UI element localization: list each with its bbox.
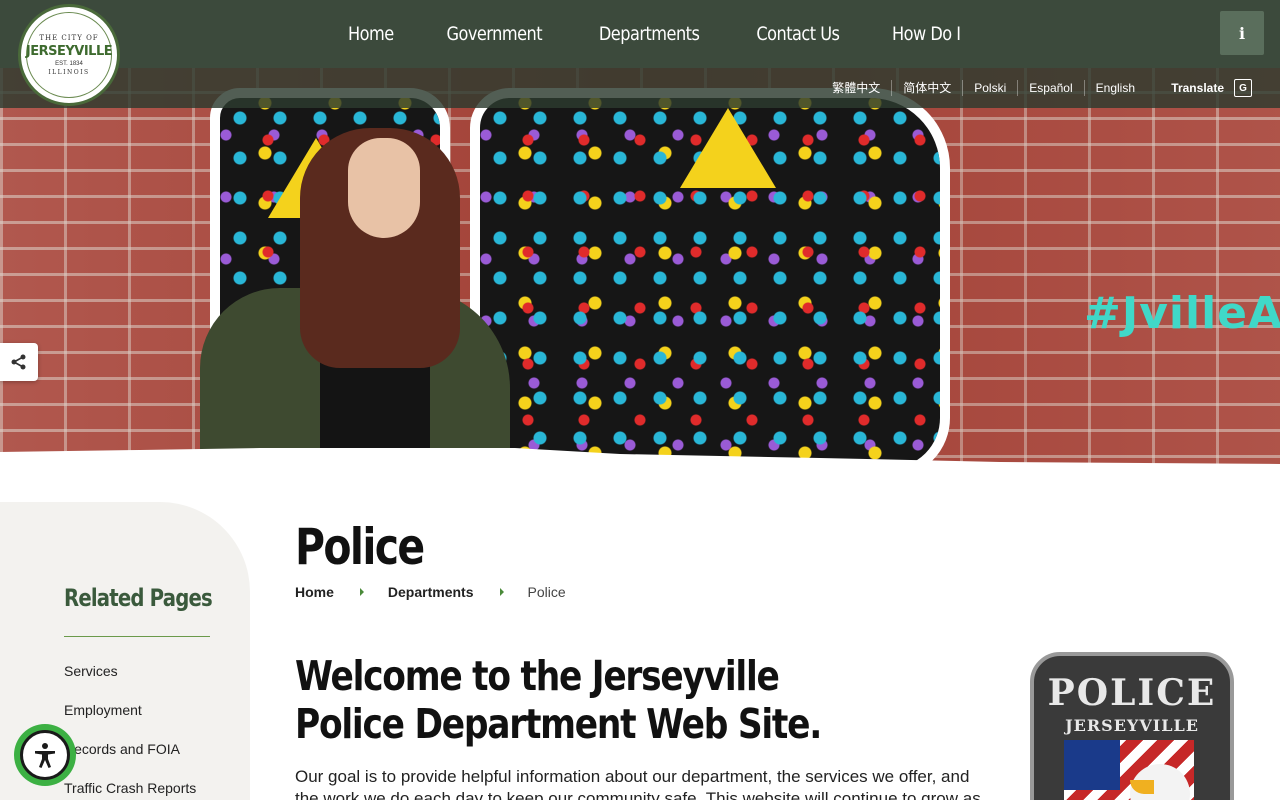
badge-right-text: 34 [1190, 796, 1218, 800]
hero-bottom-edge [0, 448, 1280, 488]
lang-simplified-chinese[interactable]: 简体中文 [891, 80, 962, 96]
accessibility-button[interactable] [14, 724, 76, 786]
nav-departments[interactable]: Departments [582, 23, 717, 45]
logo-city-name: JERSEYVILLE [25, 44, 113, 59]
subject-face [348, 138, 420, 238]
lang-spanish[interactable]: Español [1017, 80, 1083, 96]
nav-home[interactable]: Home [331, 23, 411, 45]
logo-top-text: THE CITY OF [39, 34, 99, 42]
breadcrumb-current: Police [527, 584, 566, 600]
badge-left-text: E [1046, 796, 1061, 800]
breadcrumb-separator-icon [499, 588, 504, 596]
translate-label: Translate [1171, 81, 1224, 95]
related-pages-list: Services Employment Records and FOIA Tra… [64, 660, 196, 800]
sidebar-link-services[interactable]: Services [64, 660, 196, 699]
badge-flag-canton [1064, 740, 1120, 790]
page-title: Police [295, 518, 425, 576]
info-icon: i [1238, 23, 1246, 43]
intro-paragraph: Our goal is to provide helpful informati… [295, 767, 981, 800]
main-nav: Home Government Departments Contact Us H… [324, 0, 987, 68]
top-navigation-bar: Home Government Departments Contact Us H… [0, 0, 1280, 68]
lang-polish[interactable]: Polski [962, 80, 1017, 96]
lang-traditional-chinese[interactable]: 繁體中文 [821, 80, 891, 96]
police-badge-image: POLICE JERSEYVILLE E 34 [1030, 652, 1234, 800]
accessibility-icon [20, 730, 70, 780]
mural-panel-right [470, 88, 950, 468]
sidebar-divider [64, 636, 210, 637]
breadcrumb-home[interactable]: Home [295, 584, 334, 600]
mural-triangle [680, 108, 776, 188]
google-translate-icon: G [1234, 79, 1252, 97]
logo-est-text: EST. 1834 [55, 61, 83, 67]
mural-hashtag: #JvilleAr [1084, 288, 1280, 339]
breadcrumb: Home Departments Police [295, 584, 566, 600]
language-bar: 繁體中文 简体中文 Polski Español English Transla… [0, 68, 1280, 108]
related-pages-title: Related Pages [64, 584, 213, 612]
translate-button[interactable]: Translate G [1171, 68, 1252, 108]
logo-seal: THE CITY OF JERSEYVILLE EST. 1834 ILLINO… [25, 12, 113, 98]
welcome-heading: Welcome to the Jerseyville Police Depart… [295, 652, 822, 748]
share-icon [11, 354, 26, 370]
nav-how-do-i[interactable]: How Do I [875, 23, 978, 45]
info-button[interactable]: i [1220, 11, 1264, 55]
sidebar-link-traffic-crash-reports[interactable]: Traffic Crash Reports [64, 777, 196, 800]
city-logo[interactable]: THE CITY OF JERSEYVILLE EST. 1834 ILLINO… [18, 4, 120, 106]
language-list: 繁體中文 简体中文 Polski Español English [821, 68, 1146, 108]
breadcrumb-separator-icon [359, 588, 364, 596]
sidebar-link-employment[interactable]: Employment [64, 699, 196, 738]
badge-title: POLICE [1047, 672, 1217, 714]
badge-subtitle: JERSEYVILLE [1065, 716, 1199, 735]
hero-image: #JvilleAr [0, 68, 1280, 468]
nav-contact-us[interactable]: Contact Us [739, 23, 856, 45]
breadcrumb-departments[interactable]: Departments [388, 584, 474, 600]
sidebar-link-records-foia[interactable]: Records and FOIA [64, 738, 196, 777]
share-button[interactable] [0, 343, 38, 381]
nav-government[interactable]: Government [429, 23, 559, 45]
logo-state-text: ILLINOIS [48, 69, 90, 76]
photo-subject [180, 128, 510, 468]
lang-english[interactable]: English [1083, 80, 1146, 96]
